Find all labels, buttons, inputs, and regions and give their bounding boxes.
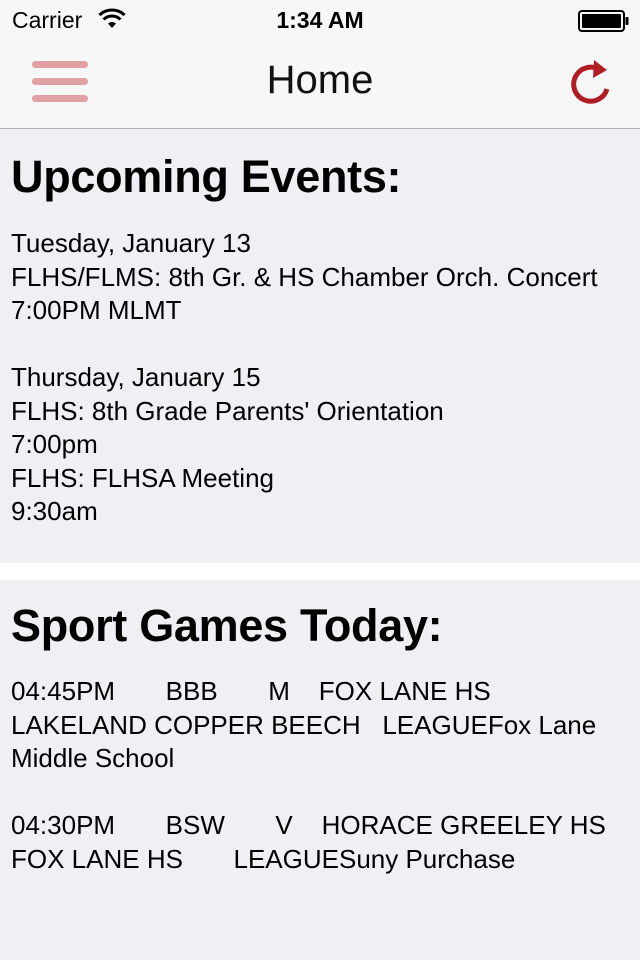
sport-games-heading: Sport Games Today: bbox=[11, 600, 443, 651]
navigation-bar: Home bbox=[0, 40, 640, 129]
refresh-icon[interactable] bbox=[562, 54, 620, 112]
status-bar: Carrier 1:34 AM bbox=[0, 0, 640, 40]
section-divider bbox=[0, 563, 640, 580]
upcoming-events-section: Upcoming Events: Tuesday, January 13 FLH… bbox=[0, 129, 640, 563]
sport-games-section: Sport Games Today: 04:45PM BBB M FOX LAN… bbox=[0, 580, 640, 960]
upcoming-events-heading: Upcoming Events: bbox=[11, 151, 402, 202]
battery-full-icon bbox=[578, 10, 629, 32]
sport-games-text: 04:45PM BBB M FOX LANE HS LAKELAND COPPE… bbox=[11, 676, 606, 874]
upcoming-events-text: Tuesday, January 13 FLHS/FLMS: 8th Gr. &… bbox=[11, 228, 598, 526]
status-time: 1:34 AM bbox=[276, 7, 364, 33]
page-title: Home bbox=[266, 58, 374, 102]
